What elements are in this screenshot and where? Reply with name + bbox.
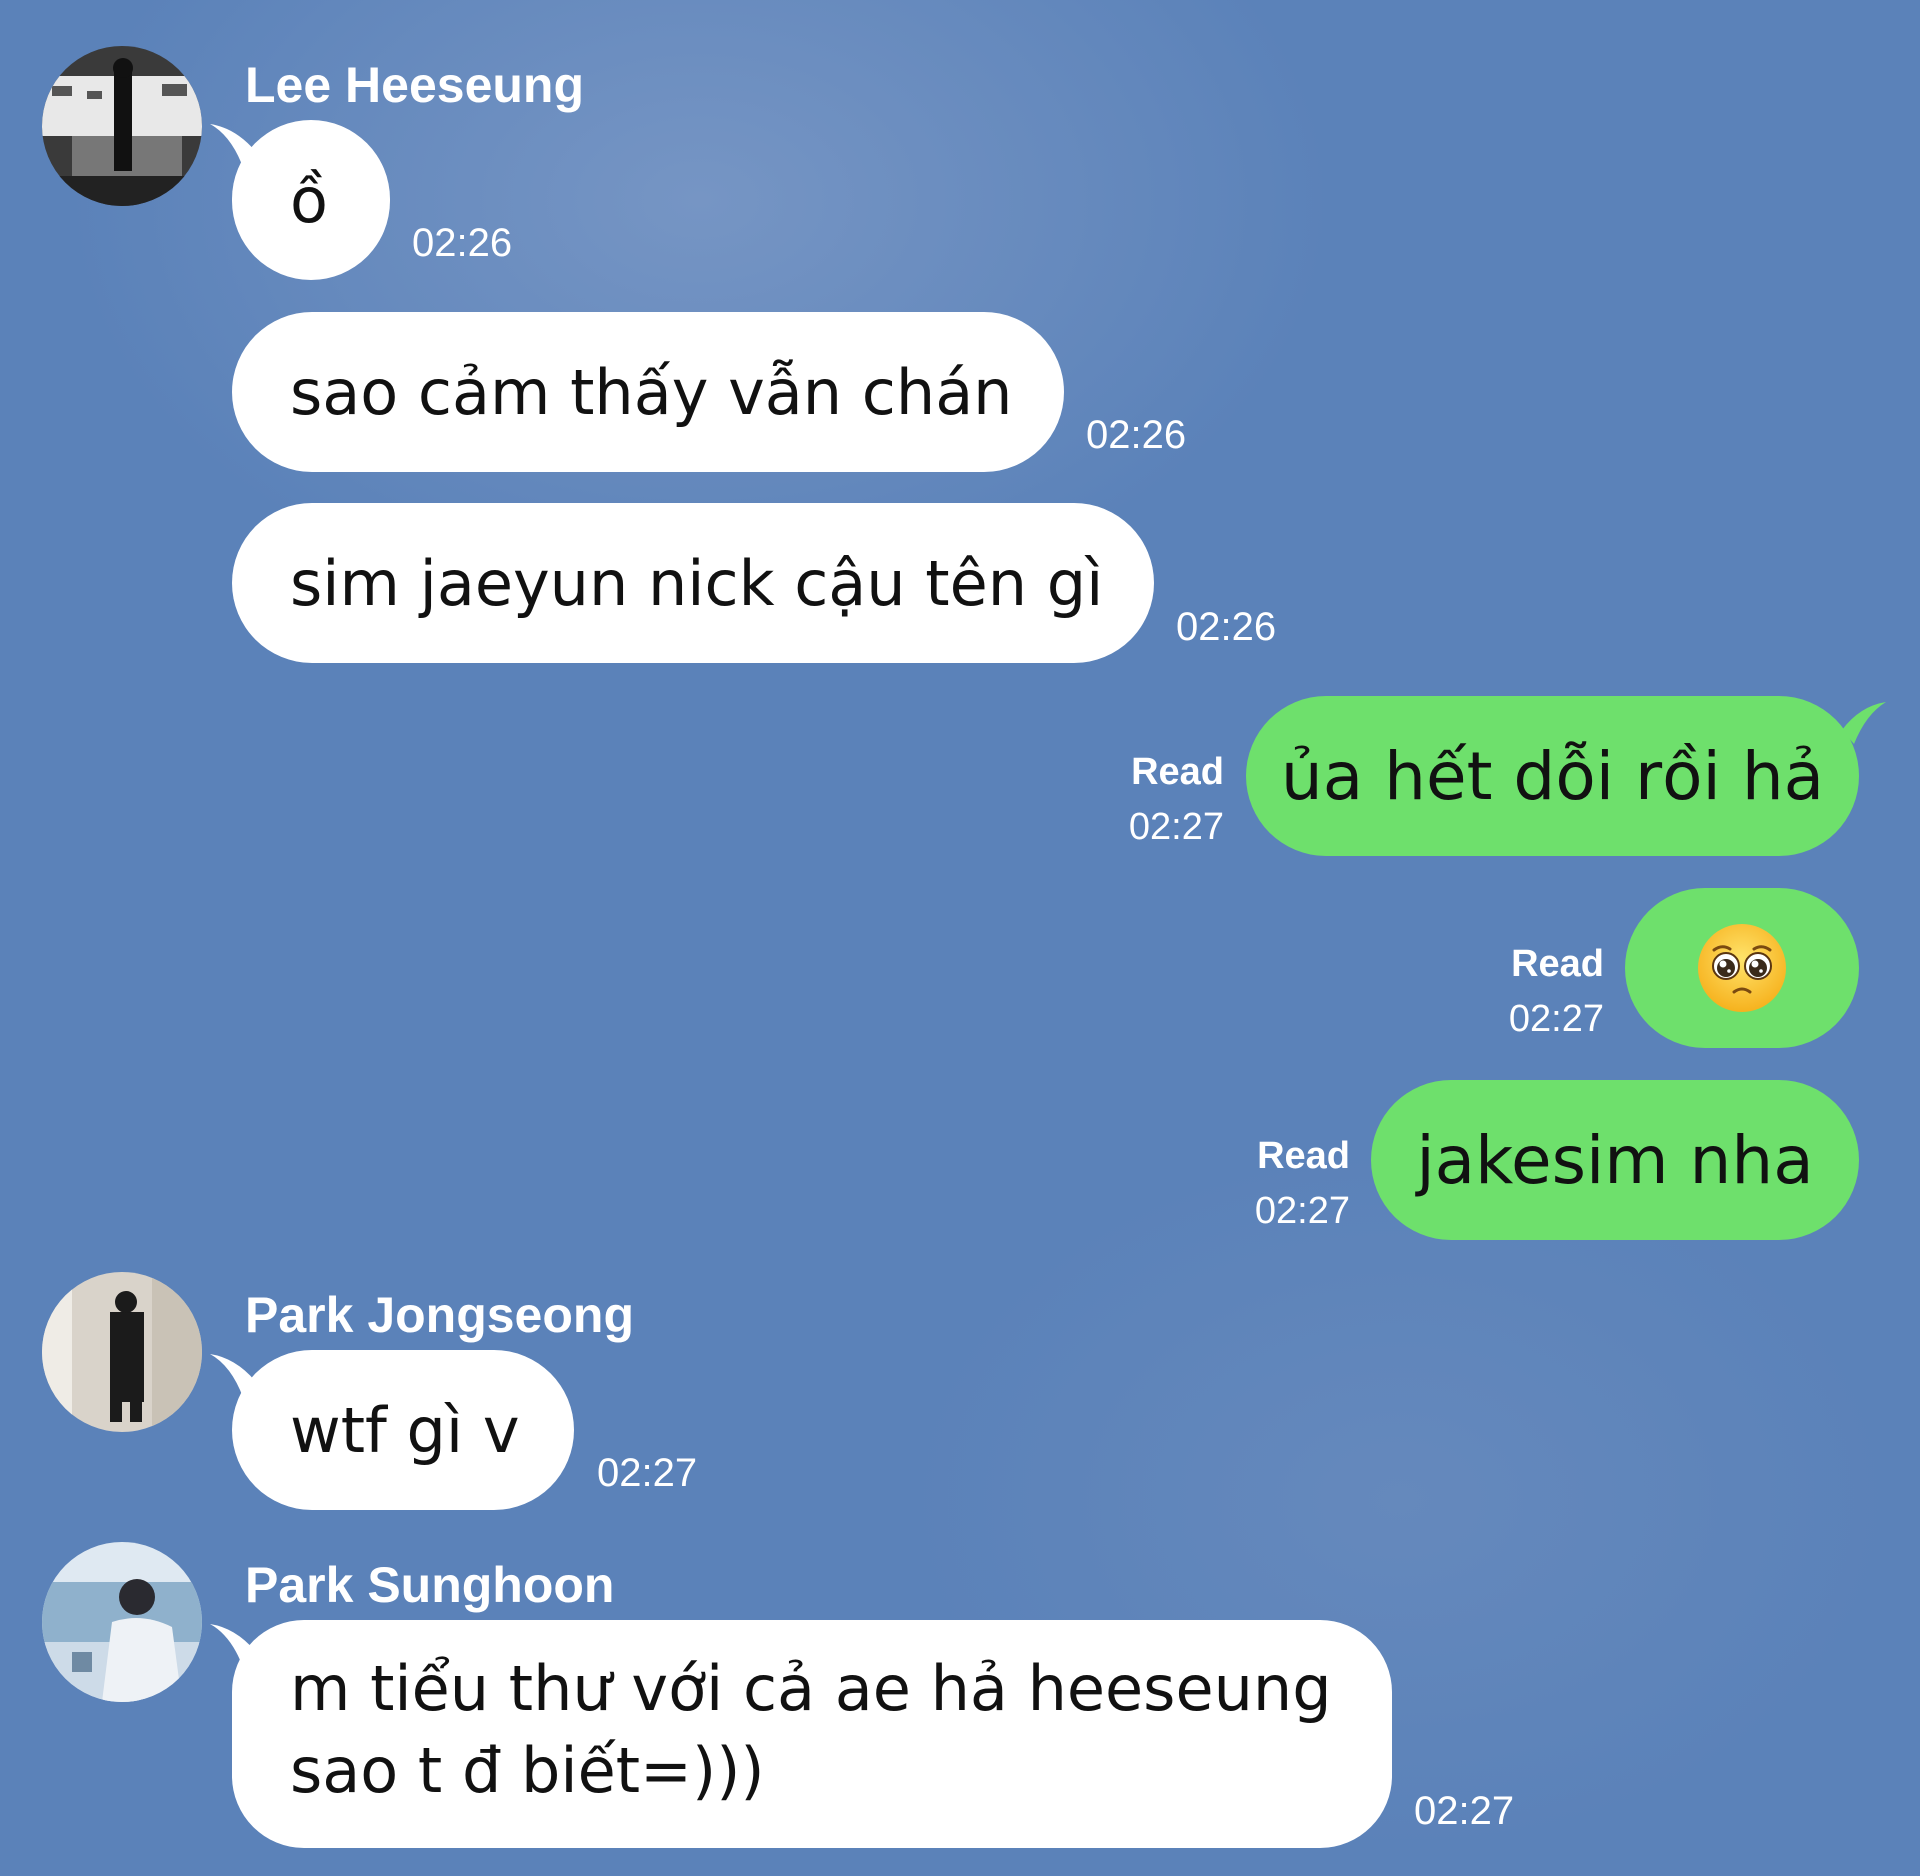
avatar-photo — [42, 1542, 202, 1702]
read-receipt: Read 02:27 — [1100, 745, 1224, 855]
message-timestamp: 02:27 — [1254, 1190, 1350, 1232]
message-text: ủa hết dỗi rồi hả — [1280, 737, 1825, 815]
message-bubble[interactable]: sao cảm thấy vẫn chán — [232, 312, 1064, 472]
message-timestamp: 02:26 — [412, 221, 513, 265]
message-bubble[interactable]: m tiểu thư với cả ae hả heeseung sao t đ… — [232, 1620, 1392, 1848]
avatar-park-jongseong[interactable] — [42, 1272, 202, 1432]
message-text-line: sao t đ biết=))) — [290, 1734, 765, 1807]
avatar-photo — [42, 46, 202, 206]
avatar-park-sunghoon[interactable] — [42, 1542, 202, 1702]
read-receipt: Read 02:27 — [1226, 1129, 1350, 1239]
message-text: ồ — [290, 163, 328, 237]
message-bubble[interactable]: wtf gì v — [232, 1350, 574, 1510]
message-timestamp: 02:27 — [597, 1451, 698, 1495]
pleading-face-icon — [1698, 924, 1786, 1012]
read-label: Read — [1131, 751, 1224, 793]
message-bubble[interactable]: ủa hết dỗi rồi hả — [1246, 696, 1859, 856]
message-bubble[interactable] — [1625, 888, 1859, 1048]
message-timestamp: 02:27 — [1414, 1789, 1515, 1833]
message-timestamp: 02:27 — [1508, 998, 1604, 1040]
sender-name-park-jongseong: Park Jongseong — [245, 1287, 634, 1343]
avatar-photo — [42, 1272, 202, 1432]
message-text: wtf gì v — [290, 1393, 520, 1467]
chat-screen: { "conversation": { "messages": [ { "sen… — [0, 0, 1920, 1876]
sender-name-park-sunghoon: Park Sunghoon — [245, 1557, 615, 1613]
avatar-lee-heeseung[interactable] — [42, 46, 202, 206]
message-text-line: m tiểu thư với cả ae hả heeseung — [290, 1652, 1332, 1725]
read-label: Read — [1257, 1135, 1350, 1177]
message-text: sao cảm thấy vẫn chán — [290, 355, 1013, 429]
message-timestamp: 02:26 — [1176, 605, 1277, 649]
message-text: sim jaeyun nick cậu tên gì — [290, 546, 1104, 620]
sender-name-lee-heeseung: Lee Heeseung — [245, 57, 585, 113]
message-timestamp: 02:26 — [1086, 413, 1187, 457]
message-bubble[interactable]: sim jaeyun nick cậu tên gì — [232, 503, 1154, 663]
message-timestamp: 02:27 — [1128, 806, 1224, 848]
message-bubble[interactable]: jakesim nha — [1371, 1080, 1859, 1240]
message-bubble[interactable]: ồ — [232, 120, 390, 280]
read-receipt: Read 02:27 — [1480, 937, 1604, 1047]
message-text: jakesim nha — [1416, 1121, 1814, 1199]
read-label: Read — [1511, 943, 1604, 985]
